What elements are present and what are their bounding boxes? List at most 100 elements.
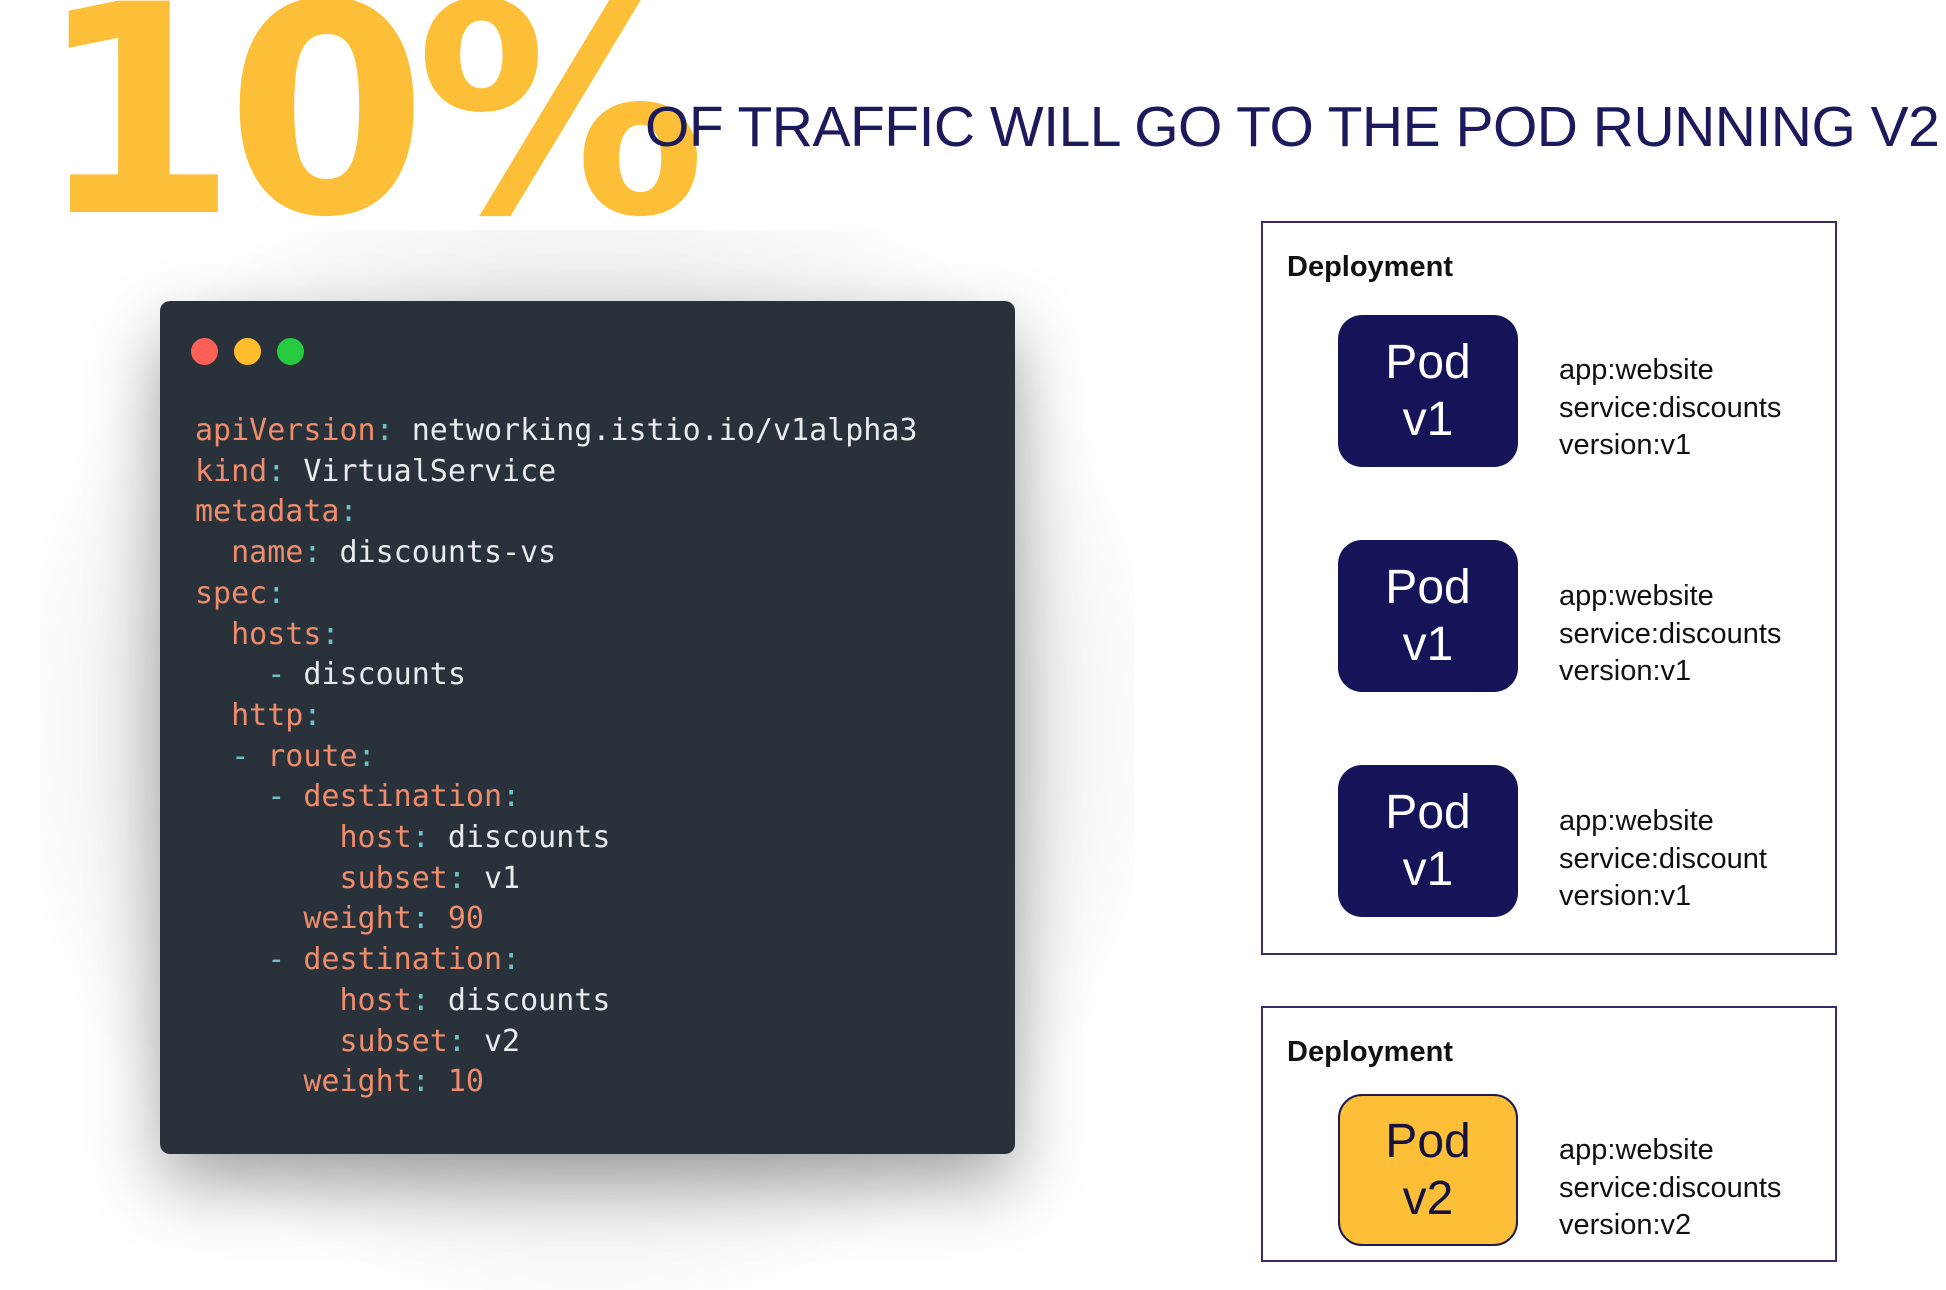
pod-v1-2: Pod v1 (1338, 540, 1518, 692)
code-colon: : (357, 738, 376, 774)
code-colon: : (267, 575, 286, 611)
label-app: app:website (1559, 1134, 1714, 1166)
code-key: weight (303, 1064, 412, 1100)
code-colon: : (447, 1023, 466, 1059)
code-line: weight: 90 (195, 901, 484, 936)
code-key: host (339, 982, 412, 1018)
code-colon: : (339, 494, 358, 530)
code-line: host: discounts (195, 820, 611, 856)
code-value: v1 (484, 860, 521, 896)
code-value: discounts (303, 657, 466, 693)
code-line: - destination: (195, 779, 520, 814)
code-list-dash: - (267, 657, 304, 693)
code-colon: : (411, 901, 430, 937)
pod-labels: app:website service:discounts version:v2 (1559, 1132, 1781, 1245)
pod-name: Pod (1385, 336, 1471, 389)
pod-labels: app:website service:discounts version:v1 (1559, 578, 1781, 691)
code-list-dash: - (231, 738, 268, 774)
label-service: service:discount (1559, 842, 1767, 875)
label-service: service:discounts (1559, 391, 1782, 424)
pod-version: v2 (1402, 1172, 1454, 1225)
pod-v2: Pod v2 (1338, 1094, 1518, 1246)
code-key: weight (303, 901, 412, 937)
yaml-code-block: apiVersion: networking.istio.io/v1alpha3… (195, 411, 917, 1103)
pod-v1-1: Pod v1 (1338, 315, 1518, 467)
code-value: networking.istio.io/v1alpha3 (411, 413, 918, 448)
label-version: version:v1 (1559, 655, 1692, 687)
minimize-dot-icon[interactable] (234, 338, 261, 365)
code-key: subset (339, 860, 448, 896)
pod-labels: app:website service:discount version:v1 (1559, 803, 1767, 916)
code-key: destination (303, 779, 503, 815)
code-line: http: (195, 698, 321, 733)
code-colon: : (321, 616, 340, 652)
code-colon: : (447, 860, 466, 896)
label-app: app:website (1559, 580, 1714, 612)
code-line: host: discounts (195, 982, 611, 1018)
deployment-title: Deployment (1287, 251, 1453, 283)
code-colon: : (411, 982, 430, 1018)
label-app: app:website (1559, 805, 1714, 837)
headline-text: OF TRAFFIC WILL GO TO THE POD RUNNING V2 (645, 95, 1940, 159)
code-colon: : (502, 779, 521, 815)
pod-version: v1 (1402, 393, 1454, 446)
code-colon: : (303, 535, 322, 571)
code-key: metadata (195, 494, 340, 530)
code-line: - destination: (195, 942, 520, 977)
code-line: subset: v1 (195, 860, 521, 896)
label-app: app:website (1559, 354, 1714, 386)
label-version: version:v1 (1559, 429, 1692, 461)
traffic-percent: 10% (36, 0, 706, 281)
pod-name: Pod (1385, 786, 1471, 839)
code-list-dash: - (267, 779, 304, 815)
code-value: VirtualService (303, 453, 557, 489)
code-colon: : (267, 453, 286, 489)
pod-name: Pod (1385, 1115, 1471, 1168)
code-colon: : (502, 942, 521, 978)
pod-v1-3: Pod v1 (1338, 765, 1518, 917)
code-key: kind (195, 453, 268, 489)
code-value: discounts-vs (339, 535, 557, 571)
code-key: http (231, 697, 304, 733)
code-value: discounts (447, 820, 611, 856)
code-line: subset: v2 (195, 1023, 521, 1059)
code-line: spec: (195, 576, 285, 611)
close-dot-icon[interactable] (191, 338, 218, 365)
code-value: discounts (447, 982, 611, 1018)
code-key: name (231, 535, 304, 571)
code-value: 90 (447, 901, 484, 937)
pod-version: v1 (1402, 618, 1454, 671)
code-line: hosts: (195, 616, 340, 652)
label-service: service:discounts (1559, 1171, 1782, 1204)
code-colon: : (411, 1064, 430, 1100)
deployment-title: Deployment (1287, 1036, 1453, 1068)
code-list-dash: - (267, 942, 304, 978)
code-key: route (267, 738, 358, 774)
code-key: hosts (231, 616, 322, 652)
code-line: apiVersion: networking.istio.io/v1alpha3 (195, 413, 917, 448)
code-line: - discounts (195, 657, 466, 692)
code-value: v2 (484, 1023, 521, 1059)
code-line: name: discounts-vs (195, 535, 556, 570)
code-line: kind: VirtualService (195, 454, 556, 489)
pod-labels: app:website service:discounts version:v1 (1559, 352, 1781, 465)
maximize-dot-icon[interactable] (277, 338, 304, 365)
pod-version: v1 (1402, 843, 1454, 896)
label-version: version:v1 (1559, 880, 1692, 912)
code-key: apiVersion (195, 413, 376, 448)
pod-name: Pod (1385, 561, 1471, 614)
code-line: weight: 10 (195, 1064, 484, 1099)
code-colon: : (303, 697, 322, 733)
code-key: subset (339, 1023, 448, 1059)
code-line: metadata: (195, 494, 358, 529)
code-colon: : (375, 413, 394, 448)
code-key: host (339, 820, 412, 856)
code-key: spec (195, 575, 268, 611)
window-controls (191, 338, 304, 365)
deployment-v1-box: Deployment Pod v1 app:website service:di… (1261, 221, 1837, 955)
code-editor-window: apiVersion: networking.istio.io/v1alpha3… (160, 301, 1015, 1154)
code-line: - route: (195, 739, 376, 774)
deployment-v2-box: Deployment Pod v2 app:website service:di… (1261, 1006, 1837, 1262)
code-colon: : (411, 820, 430, 856)
code-key: destination (303, 942, 503, 978)
